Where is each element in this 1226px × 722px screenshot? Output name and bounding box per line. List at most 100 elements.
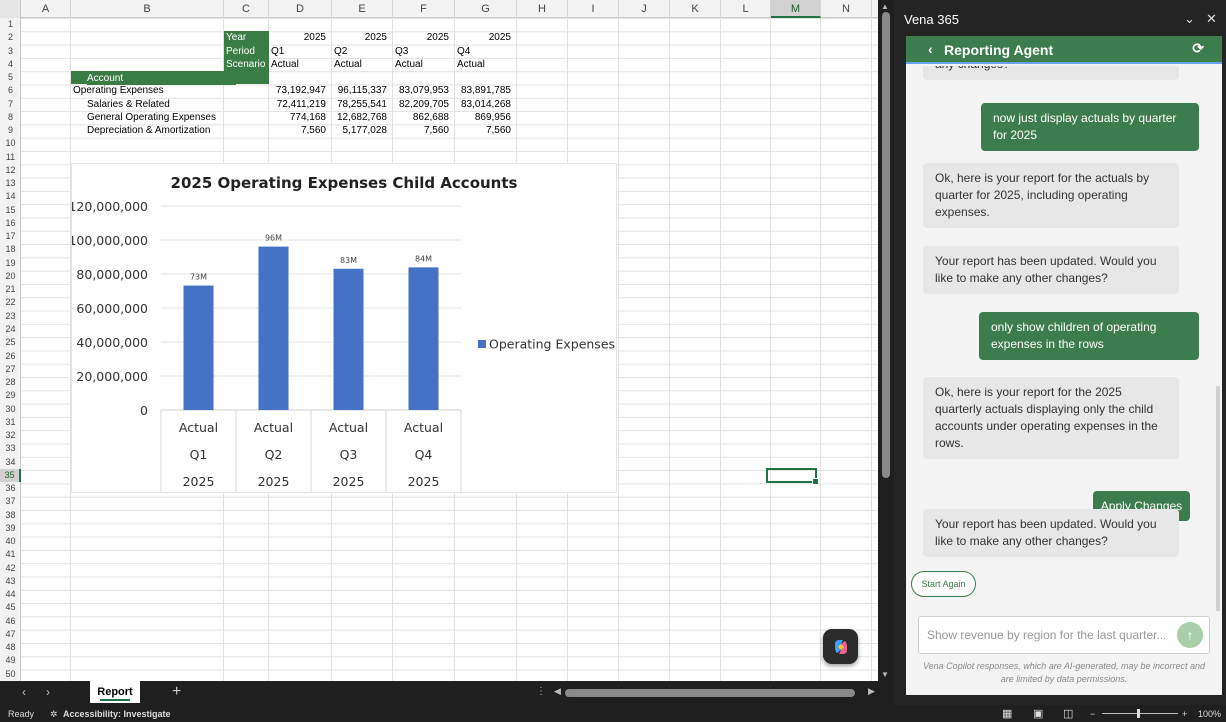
row-header-26[interactable]: 26 xyxy=(0,350,21,363)
normal-view-icon[interactable]: ▦ xyxy=(1002,707,1012,720)
row-header-14[interactable]: 14 xyxy=(0,190,21,203)
chat-scrollbar[interactable] xyxy=(1216,386,1220,611)
chat-history[interactable]: any changes? now just display actuals by… xyxy=(906,66,1222,611)
more-options-icon[interactable]: ⋮ xyxy=(536,686,546,697)
row-header-6[interactable]: 6 xyxy=(0,84,21,97)
row-header-39[interactable]: 39 xyxy=(0,522,21,535)
row-header-21[interactable]: 21 xyxy=(0,283,21,296)
select-all-corner[interactable] xyxy=(0,0,21,18)
row-header-37[interactable]: 37 xyxy=(0,495,21,508)
column-header-e[interactable]: E xyxy=(332,0,393,18)
column-header-b[interactable]: B xyxy=(71,0,224,18)
excel-window: ABCDEFGHIJKLMN 1 2 3 4 5 6 7 8 9 10 11 12 13 14 15 16 17… xyxy=(0,0,1226,722)
row-header-44[interactable]: 44 xyxy=(0,588,21,601)
row-header-7[interactable]: 7 xyxy=(0,98,21,111)
scenario-label: Scenario xyxy=(226,58,267,71)
zoom-slider-handle[interactable] xyxy=(1137,709,1140,718)
row-header-41[interactable]: 41 xyxy=(0,548,21,561)
column-header-i[interactable]: I xyxy=(568,0,619,18)
row-header-40[interactable]: 40 xyxy=(0,535,21,548)
chat-input[interactable] xyxy=(927,617,1172,653)
row-header-48[interactable]: 48 xyxy=(0,641,21,654)
row-header-10[interactable]: 10 xyxy=(0,137,21,150)
row-header-32[interactable]: 32 xyxy=(0,429,21,442)
scroll-up-icon[interactable]: ▲ xyxy=(881,2,889,11)
row-header-13[interactable]: 13 xyxy=(0,177,21,190)
next-sheet-icon[interactable]: › xyxy=(46,685,50,699)
zoom-slider[interactable] xyxy=(1102,713,1178,714)
add-sheet-button[interactable]: + xyxy=(172,683,181,701)
row-header-49[interactable]: 49 xyxy=(0,654,21,667)
row-header-34[interactable]: 34 xyxy=(0,456,21,469)
row-header-24[interactable]: 24 xyxy=(0,323,21,336)
column-header-c[interactable]: C xyxy=(224,0,269,18)
row-header-8[interactable]: 8 xyxy=(0,111,21,124)
row-header-19[interactable]: 19 xyxy=(0,257,21,270)
column-header-h[interactable]: H xyxy=(517,0,568,18)
column-header-g[interactable]: G xyxy=(455,0,517,18)
scroll-down-icon[interactable]: ▼ xyxy=(881,670,889,679)
row-header-2[interactable]: 2 xyxy=(0,31,21,44)
scroll-left-icon[interactable]: ◀ xyxy=(554,686,561,697)
column-header-d[interactable]: D xyxy=(269,0,332,18)
row-header-5[interactable]: 5 xyxy=(0,71,21,84)
sheet-tab-report[interactable]: Report xyxy=(90,681,140,703)
row-header-25[interactable]: 25 xyxy=(0,336,21,349)
refresh-icon[interactable]: ⟳ xyxy=(1192,40,1204,57)
close-icon[interactable]: ✕ xyxy=(1206,11,1217,27)
row-header-12[interactable]: 12 xyxy=(0,164,21,177)
copilot-button[interactable] xyxy=(823,629,858,664)
vertical-scroll-thumb[interactable] xyxy=(882,12,890,478)
column-header-a[interactable]: A xyxy=(21,0,71,18)
column-header-l[interactable]: L xyxy=(721,0,771,18)
page-break-icon[interactable]: ◫ xyxy=(1063,707,1073,720)
row-header-4[interactable]: 4 xyxy=(0,58,21,71)
row-header-1[interactable]: 1 xyxy=(0,18,21,31)
column-header-k[interactable]: K xyxy=(670,0,721,18)
row-header-20[interactable]: 20 xyxy=(0,270,21,283)
selected-cell-m35[interactable] xyxy=(766,468,819,485)
row-header-31[interactable]: 31 xyxy=(0,416,21,429)
zoom-in-icon[interactable]: + xyxy=(1182,709,1187,719)
row-header-28[interactable]: 28 xyxy=(0,376,21,389)
column-header-n[interactable]: N xyxy=(821,0,872,18)
row-header-38[interactable]: 38 xyxy=(0,509,21,522)
row-header-3[interactable]: 3 xyxy=(0,45,21,58)
sheet-vertical-scrollbar[interactable]: ▲ ▼ xyxy=(878,0,894,681)
back-arrow-icon[interactable]: ‹ xyxy=(928,41,933,57)
row-header-17[interactable]: 17 xyxy=(0,230,21,243)
row-header-22[interactable]: 22 xyxy=(0,296,21,309)
row-header-42[interactable]: 42 xyxy=(0,562,21,575)
column-header-f[interactable]: F xyxy=(393,0,455,18)
row-header-47[interactable]: 47 xyxy=(0,628,21,641)
accessibility-status[interactable]: Accessibility: Investigate xyxy=(63,709,171,719)
scroll-right-icon[interactable]: ▶ xyxy=(868,686,875,697)
row-header-43[interactable]: 43 xyxy=(0,575,21,588)
row-header-33[interactable]: 33 xyxy=(0,442,21,455)
chevron-down-icon[interactable]: ⌄ xyxy=(1184,11,1195,27)
row-header-23[interactable]: 23 xyxy=(0,310,21,323)
zoom-level[interactable]: 100% xyxy=(1198,709,1221,719)
row-header-45[interactable]: 45 xyxy=(0,601,21,614)
row-header-30[interactable]: 30 xyxy=(0,403,21,416)
start-again-button[interactable]: Start Again xyxy=(911,571,976,597)
row-header-18[interactable]: 18 xyxy=(0,243,21,256)
row-header-16[interactable]: 16 xyxy=(0,217,21,230)
row-header-50[interactable]: 50 xyxy=(0,668,21,681)
page-layout-icon[interactable]: ▣ xyxy=(1033,707,1043,720)
row-header-9[interactable]: 9 xyxy=(0,124,21,137)
prev-sheet-icon[interactable]: ‹ xyxy=(22,685,26,699)
zoom-out-icon[interactable]: − xyxy=(1090,709,1095,719)
send-arrow-icon[interactable]: ↑ xyxy=(1177,622,1203,648)
row-header-36[interactable]: 36 xyxy=(0,482,21,495)
row-header-29[interactable]: 29 xyxy=(0,389,21,402)
row-header-11[interactable]: 11 xyxy=(0,151,21,164)
horizontal-scroll-thumb[interactable] xyxy=(565,689,855,697)
row-header-35[interactable]: 35 xyxy=(0,468,21,483)
row-header-46[interactable]: 46 xyxy=(0,615,21,628)
column-header-j[interactable]: J xyxy=(619,0,670,18)
column-header-m[interactable]: M xyxy=(771,0,821,18)
row-header-15[interactable]: 15 xyxy=(0,204,21,217)
operating-expenses-chart[interactable]: 2025 Operating Expenses Child Accounts 0 2… xyxy=(71,163,617,493)
row-header-27[interactable]: 27 xyxy=(0,363,21,376)
